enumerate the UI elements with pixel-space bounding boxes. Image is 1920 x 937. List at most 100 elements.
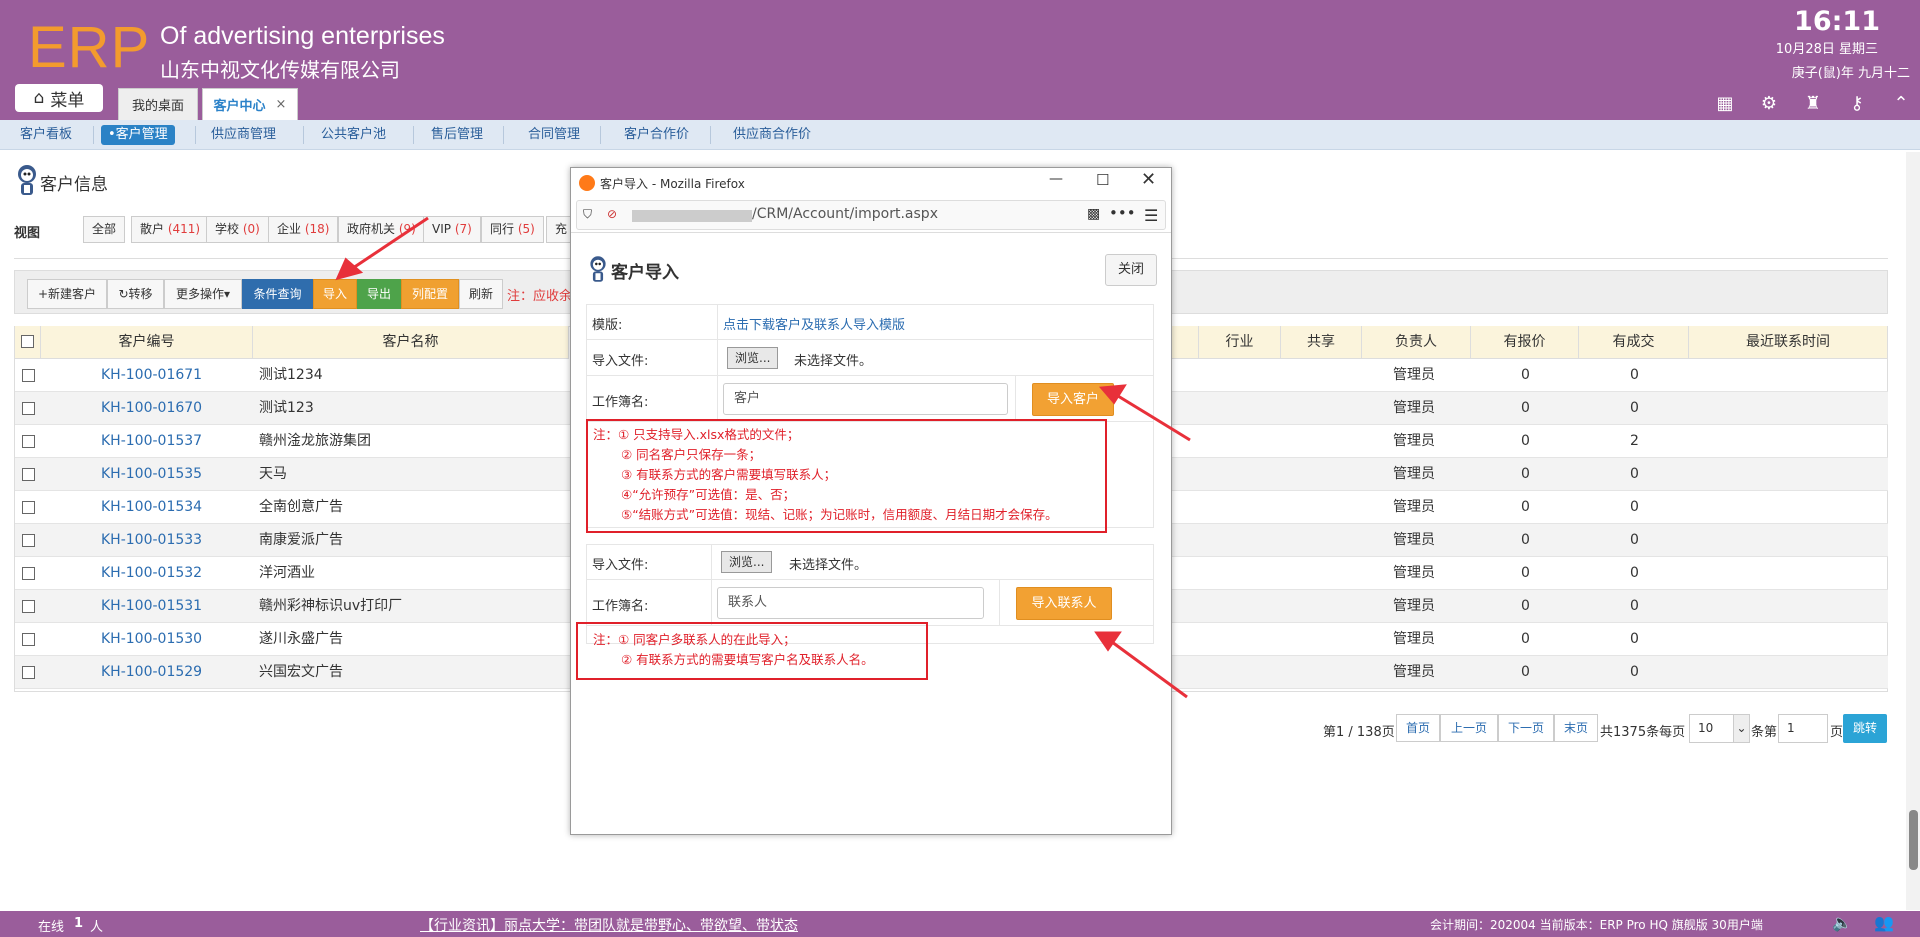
browse-button[interactable]: 浏览...	[721, 551, 773, 573]
customer-code-link[interactable]: KH-100-01535	[101, 458, 202, 491]
customer-code-link[interactable]: KH-100-01670	[101, 392, 202, 425]
row-checkbox[interactable]	[22, 666, 35, 679]
import-contact-button[interactable]: 导入联系人	[1016, 587, 1112, 620]
view-tab-government[interactable]: 政府机关 (9)	[338, 216, 425, 243]
subnav-customer-price[interactable]: 客户合作价	[624, 125, 689, 145]
view-tab-all[interactable]: 全部	[83, 216, 126, 243]
customer-code-link[interactable]: KH-100-01671	[101, 359, 202, 392]
view-tab-peer[interactable]: 同行 (5)	[481, 216, 544, 243]
mascot-icon	[18, 165, 36, 195]
first-page-button[interactable]: 首页	[1396, 714, 1440, 742]
row-checkbox[interactable]	[22, 402, 35, 415]
page-indicator: 第1 / 138页	[1323, 725, 1395, 740]
template-row: 模版: 点击下载客户及联系人导入模版	[586, 304, 1154, 340]
collapse-icon[interactable]: ⌃	[1889, 92, 1913, 116]
row-checkbox[interactable]	[22, 369, 35, 382]
quoted-count: 0	[1521, 499, 1530, 515]
page-suffix: 页	[1830, 725, 1844, 740]
prev-page-button[interactable]: 上一页	[1440, 714, 1498, 742]
subnav-supplier-management[interactable]: 供应商管理	[211, 125, 276, 145]
import-button[interactable]: 导入	[313, 279, 357, 309]
browse-button[interactable]: 浏览...	[727, 347, 779, 369]
quoted-count: 0	[1521, 565, 1530, 581]
customer-code-link[interactable]: KH-100-01529	[101, 656, 202, 689]
transfer-button[interactable]: ↻转移	[107, 279, 164, 309]
customer-code-link[interactable]: KH-100-01537	[101, 425, 202, 458]
customer-code-link[interactable]: KH-100-01534	[101, 491, 202, 524]
new-customer-button[interactable]: +新建客户	[27, 279, 107, 309]
import-customer-button[interactable]: 导入客户	[1032, 383, 1114, 416]
customer-sheet-input[interactable]: 客户	[723, 383, 1008, 415]
address-bar[interactable]: ⛉ ⊘ /CRM/Account/import.aspx ▩ •••	[576, 200, 1166, 230]
close-button[interactable]: 关闭	[1105, 254, 1157, 286]
status-footer: 在线 1 人 【行业资讯】丽点大学：带团队就是带野心、带欲望、带状态 会计期间：…	[0, 911, 1920, 937]
menu-button[interactable]: ⌂ 菜单	[15, 84, 103, 112]
scrollbar-thumb[interactable]	[1909, 810, 1918, 870]
subnav-supplier-price[interactable]: 供应商合作价	[733, 125, 811, 145]
view-tab-enterprise[interactable]: 企业 (18)	[268, 216, 339, 243]
home-icon: ⌂	[33, 88, 45, 108]
row-checkbox[interactable]	[22, 501, 35, 514]
view-tab-vip[interactable]: VIP (7)	[423, 216, 481, 243]
users-icon[interactable]: 👥	[1874, 913, 1894, 932]
query-button[interactable]: 条件查询	[242, 279, 313, 309]
deal-count: 0	[1630, 532, 1639, 548]
shirt-icon[interactable]: ♜	[1801, 92, 1825, 116]
select-all-checkbox[interactable]	[21, 335, 34, 348]
gear-icon[interactable]: ⚙	[1757, 92, 1781, 116]
subnav-after-sales[interactable]: 售后管理	[431, 125, 483, 145]
last-page-button[interactable]: 末页	[1554, 714, 1598, 742]
tab-my-desktop[interactable]: 我的桌面	[118, 88, 198, 120]
close-window-icon[interactable]: ✕	[1141, 169, 1156, 190]
column-config-button[interactable]: 列配置	[401, 279, 459, 309]
subnav-customer-board[interactable]: 客户看板	[20, 125, 72, 145]
customer-code-link[interactable]: KH-100-01530	[101, 623, 202, 656]
subnav-contracts[interactable]: 合同管理	[528, 125, 580, 145]
qr-code-icon[interactable]: ▩	[1087, 206, 1100, 222]
customer-name: 全南创意广告	[259, 499, 343, 515]
row-checkbox[interactable]	[22, 600, 35, 613]
date-gregorian: 10月28日 星期三	[1775, 42, 1878, 57]
view-tab-school[interactable]: 学校 (0)	[206, 216, 269, 243]
download-template-link[interactable]: 点击下载客户及联系人导入模版	[723, 314, 905, 333]
contact-sheet-input[interactable]: 联系人	[717, 587, 984, 619]
row-checkbox[interactable]	[22, 534, 35, 547]
owner: 管理员	[1393, 598, 1435, 614]
speaker-icon[interactable]: 🔈	[1832, 913, 1852, 932]
news-ticker[interactable]: 【行业资讯】丽点大学：带团队就是带野心、带欲望、带状态	[420, 915, 798, 935]
minimize-icon[interactable]: —	[1049, 171, 1063, 187]
contact-sheet-row: 工作簿名: 联系人 导入联系人	[586, 580, 1154, 626]
goto-page-input[interactable]: 1	[1778, 714, 1828, 743]
quoted-count: 0	[1521, 433, 1530, 449]
tab-customer-center[interactable]: 客户中心 ×	[202, 88, 298, 120]
subnav-public-pool[interactable]: 公共客户池	[321, 125, 386, 145]
key-icon[interactable]: ⚷	[1845, 92, 1869, 116]
subnav-customer-management[interactable]: •客户管理	[101, 125, 175, 145]
refresh-button[interactable]: 刷新	[459, 279, 503, 309]
export-button[interactable]: 导出	[357, 279, 401, 309]
maximize-icon[interactable]: ☐	[1096, 171, 1109, 189]
total-records: 共1375条每页	[1600, 725, 1686, 740]
page-scrollbar[interactable]	[1906, 152, 1920, 910]
close-icon[interactable]: ×	[276, 97, 287, 112]
page-size-select[interactable]: 10 ⌄	[1689, 714, 1750, 743]
row-checkbox[interactable]	[22, 633, 35, 646]
row-checkbox[interactable]	[22, 468, 35, 481]
more-actions-button[interactable]: 更多操作▾	[164, 279, 242, 309]
lock-insecure-icon: ⊘	[607, 207, 618, 221]
grid-add-icon[interactable]: ▦	[1713, 92, 1737, 116]
view-tab-retail[interactable]: 散户 (411)	[131, 216, 210, 243]
jump-button[interactable]: 跳转	[1843, 714, 1887, 743]
row-checkbox[interactable]	[22, 435, 35, 448]
erp-logo: ERP	[28, 15, 151, 80]
customer-code-link[interactable]: KH-100-01532	[101, 557, 202, 590]
customer-code-link[interactable]: KH-100-01533	[101, 524, 202, 557]
more-icon[interactable]: •••	[1109, 204, 1136, 222]
row-checkbox[interactable]	[22, 567, 35, 580]
next-page-button[interactable]: 下一页	[1498, 714, 1554, 742]
quoted-count: 0	[1521, 466, 1530, 482]
customer-name: 兴国宏文广告	[259, 664, 343, 680]
hamburger-menu-icon[interactable]: ☰	[1144, 206, 1158, 225]
customer-code-link[interactable]: KH-100-01531	[101, 590, 202, 623]
quoted-count: 0	[1521, 631, 1530, 647]
